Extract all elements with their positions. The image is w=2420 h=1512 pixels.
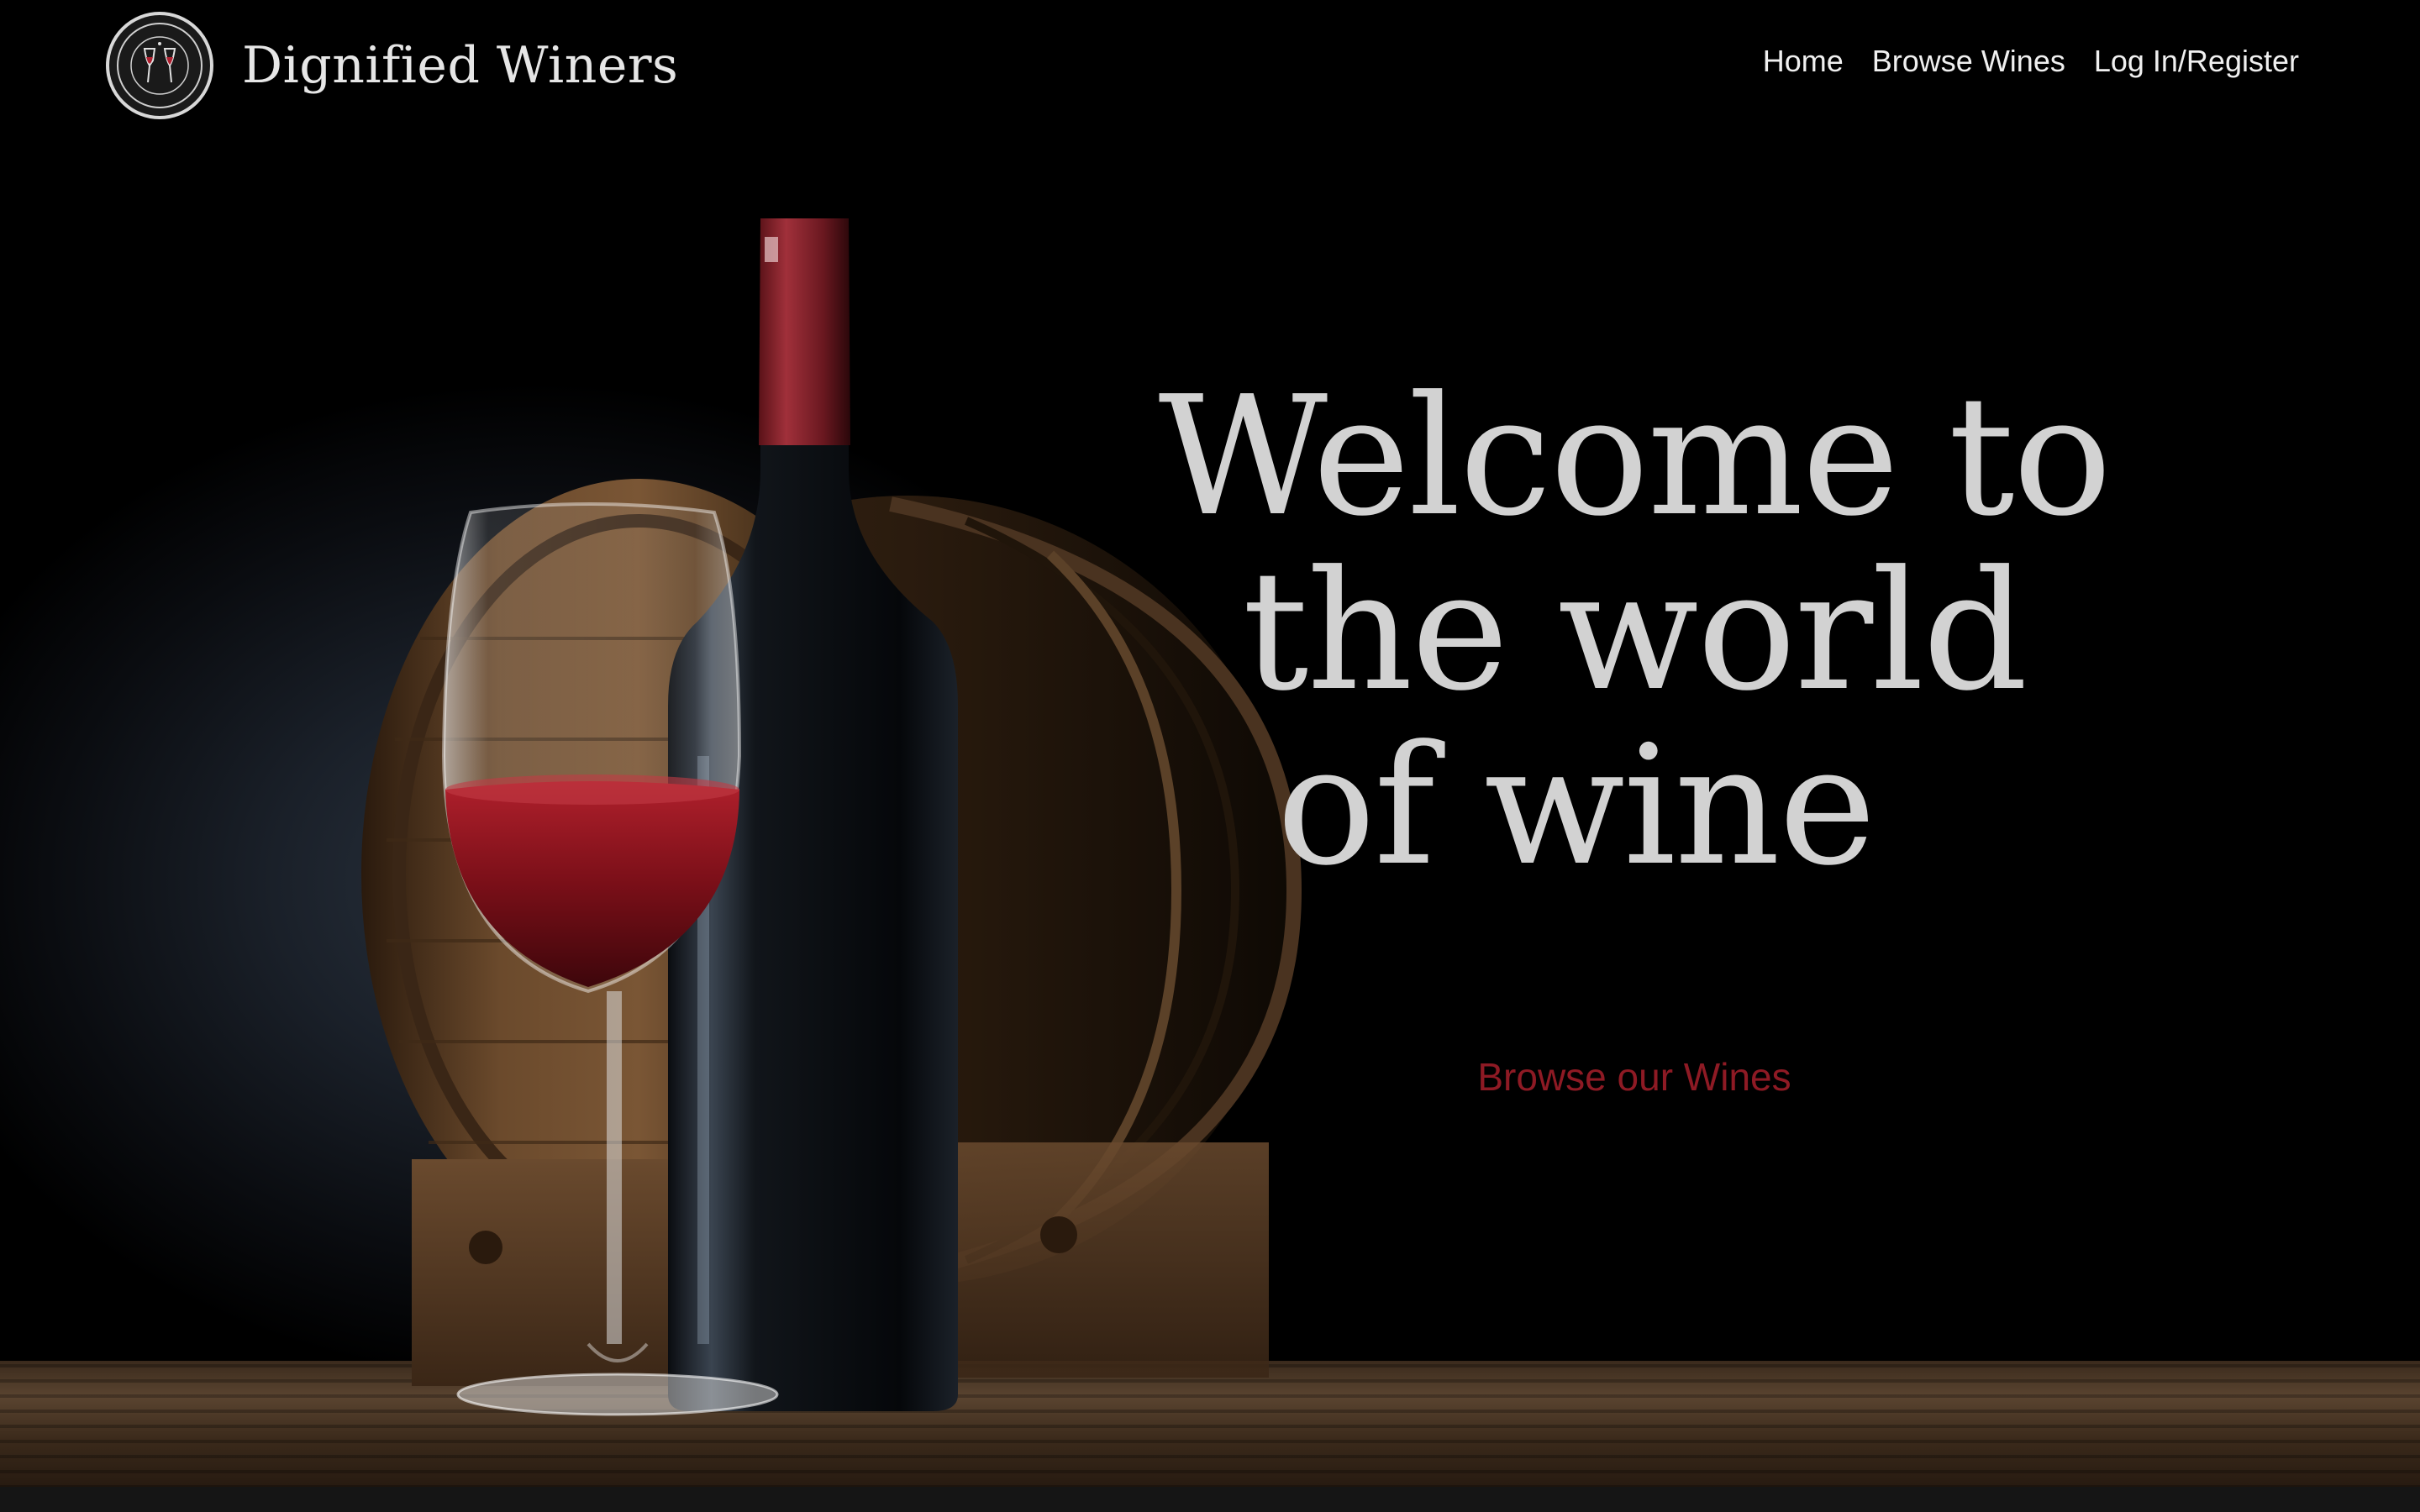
top-navbar: Dignified Winers Home Browse Wines Log I… <box>0 0 2420 134</box>
brand-logo-icon <box>106 12 213 119</box>
hero-headline: Welcome to the world of wine <box>1092 370 2176 894</box>
nav-links: Home Browse Wines Log In/Register <box>1763 44 2299 79</box>
hero-headline-line-3: of wine <box>1276 711 1876 902</box>
hero-headline-line-2: the world <box>1242 536 2028 727</box>
browse-our-wines-link[interactable]: Browse our Wines <box>1344 1054 1924 1100</box>
nav-login-register-link[interactable]: Log In/Register <box>2094 44 2299 79</box>
brand-name: Dignified Winers <box>242 36 679 95</box>
brand-home-link[interactable]: Dignified Winers <box>106 12 678 119</box>
nav-home-link[interactable]: Home <box>1763 44 1844 79</box>
wine-glasses-seal-icon <box>117 23 203 108</box>
nav-browse-wines-link[interactable]: Browse Wines <box>1872 44 2065 79</box>
hero-headline-line-1: Welcome to <box>1158 361 2112 553</box>
landing-page: Dignified Winers Home Browse Wines Log I… <box>0 0 2420 1512</box>
